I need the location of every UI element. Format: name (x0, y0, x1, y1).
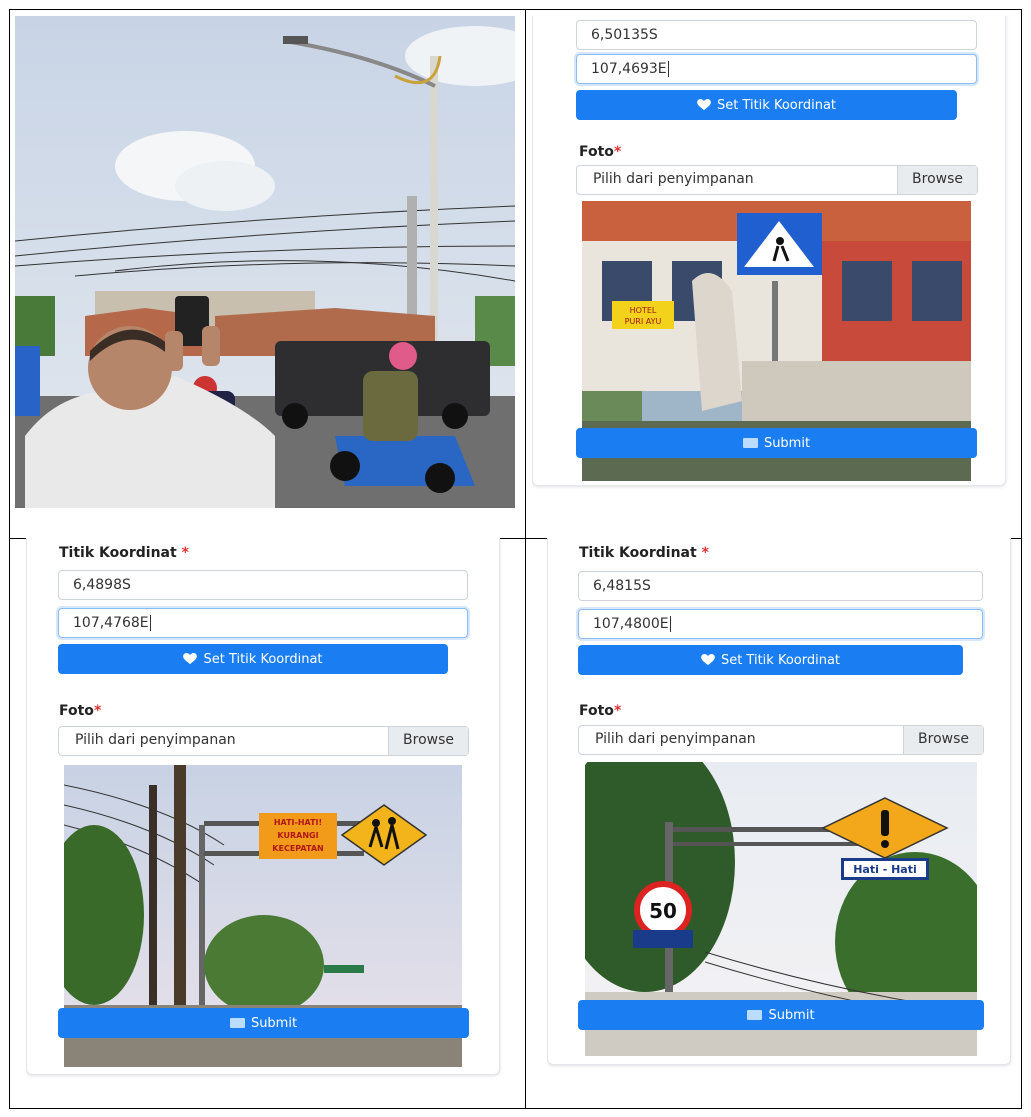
required-mark: * (181, 545, 189, 561)
speed-limit-text: 50 (649, 899, 677, 923)
set-coordinate-button[interactable]: Set Titik Koordinat (58, 644, 448, 674)
file-input[interactable]: Pilih dari penyimpanan Browse (58, 726, 469, 756)
panel-c: Titik Koordinat * 6,4898S 107,4768E Set … (26, 538, 506, 1078)
latitude-value: 6,4815S (593, 578, 651, 594)
file-placeholder: Pilih dari penyimpanan (75, 732, 236, 748)
heart-icon (701, 654, 715, 666)
file-placeholder: Pilih dari penyimpanan (593, 171, 754, 187)
foto-label: Foto* (59, 703, 102, 719)
longitude-value: 107,4768E (73, 615, 149, 631)
latitude-value: 6,50135S (591, 27, 658, 43)
submit-icon (229, 1018, 245, 1028)
hotel-sign-text: HOTEL (630, 306, 657, 315)
submit-label: Submit (768, 1007, 815, 1023)
required-mark: * (93, 703, 102, 719)
set-coordinate-button[interactable]: Set Titik Koordinat (576, 90, 957, 120)
longitude-value: 107,4693E (591, 61, 667, 77)
latitude-value: 6,4898S (73, 577, 131, 593)
text-caret (669, 616, 671, 632)
submit-label: Submit (763, 435, 811, 451)
latitude-input[interactable]: 6,50135S (576, 20, 977, 50)
heart-icon (183, 653, 198, 665)
longitude-input[interactable]: 107,4800E (578, 609, 983, 639)
text-caret (667, 61, 669, 77)
longitude-input[interactable]: 107,4768E (58, 608, 468, 638)
text-caret (149, 615, 151, 631)
set-coordinate-label: Set Titik Koordinat (203, 651, 323, 667)
required-mark: * (613, 144, 622, 160)
latitude-input[interactable]: 6,4898S (58, 570, 468, 600)
heart-icon (697, 99, 711, 111)
set-coordinate-label: Set Titik Koordinat (716, 97, 837, 113)
latitude-input[interactable]: 6,4815S (578, 571, 983, 601)
required-mark: * (701, 545, 709, 561)
browse-button[interactable]: Browse (388, 727, 468, 755)
panel-b: 6,50135S 107,4693E Set Titik Koordinat F… (532, 16, 1012, 496)
submit-icon (747, 1010, 763, 1020)
foto-label: Foto* (579, 144, 622, 160)
longitude-value: 107,4800E (593, 616, 669, 632)
browse-button[interactable]: Browse (897, 166, 977, 194)
caution-sign-text: Hati - Hati (853, 863, 917, 876)
set-coordinate-label: Set Titik Koordinat (720, 652, 841, 668)
set-coordinate-button[interactable]: Set Titik Koordinat (578, 645, 963, 675)
warning-sign-text: HATI-HATI! (274, 818, 322, 827)
submit-button[interactable]: Submit (576, 428, 977, 458)
warning-sign-text-3: KECEPATAN (272, 844, 323, 853)
submit-button[interactable]: Submit (578, 1000, 984, 1030)
street-photo-image (15, 16, 515, 508)
longitude-input[interactable]: 107,4693E (576, 54, 977, 84)
foto-label: Foto* (579, 703, 622, 719)
divider-vertical (525, 10, 526, 1108)
warning-sign-text-2: KURANGI (277, 831, 318, 840)
coordinate-label: Titik Koordinat * (59, 545, 189, 561)
submit-icon (742, 438, 758, 448)
file-input[interactable]: Pilih dari penyimpanan Browse (578, 725, 984, 755)
panel-a-photo (15, 16, 515, 508)
submit-button[interactable]: Submit (58, 1008, 469, 1038)
file-input[interactable]: Pilih dari penyimpanan Browse (576, 165, 978, 195)
browse-button[interactable]: Browse (903, 726, 983, 754)
panel-d: Titik Koordinat * 6,4815S 107,4800E Set … (547, 538, 1017, 1078)
hotel-sign-text-2: PURI AYU (625, 317, 662, 326)
coordinate-label: Titik Koordinat * (579, 545, 709, 561)
file-placeholder: Pilih dari penyimpanan (595, 731, 756, 747)
required-mark: * (613, 703, 622, 719)
submit-label: Submit (250, 1015, 298, 1031)
